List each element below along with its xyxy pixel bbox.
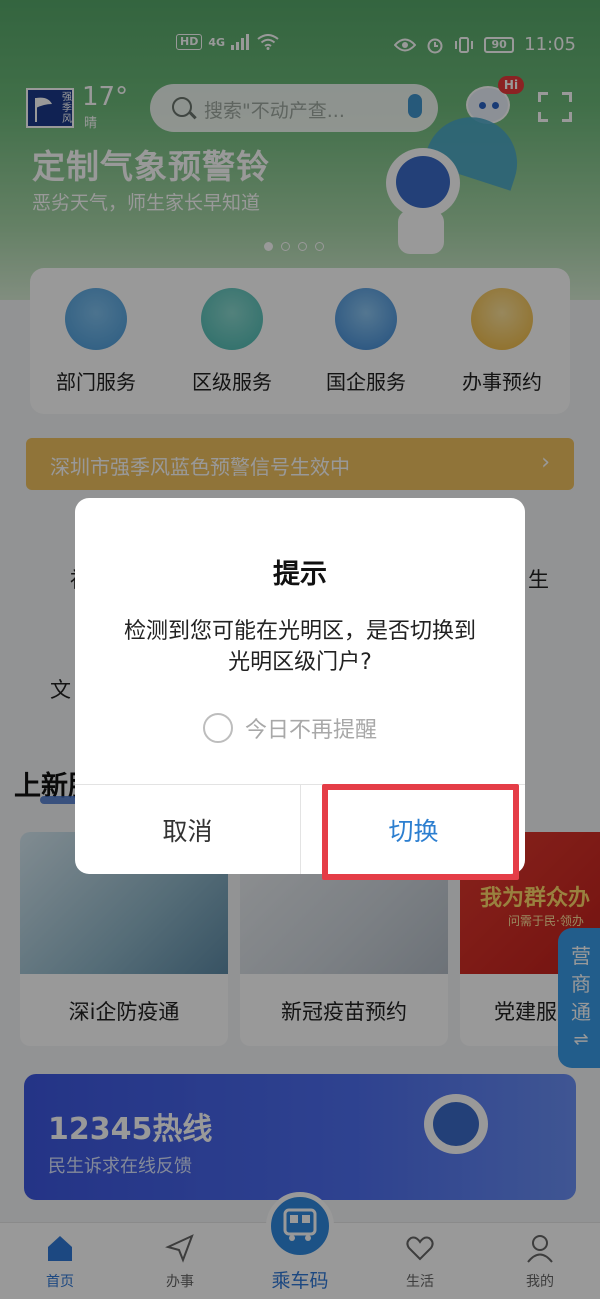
radio-icon[interactable] [203,713,233,743]
dialog-message: 检测到您可能在光明区，是否切换到光明区级门户? [123,619,476,675]
highlight-box [322,784,519,880]
cancel-button[interactable]: 取消 [75,785,300,874]
dialog-title: 提示 [273,559,327,590]
dont-remind-today-checkbox[interactable]: 今日不再提醒 [203,712,377,744]
checkbox-label: 今日不再提醒 [245,718,378,743]
